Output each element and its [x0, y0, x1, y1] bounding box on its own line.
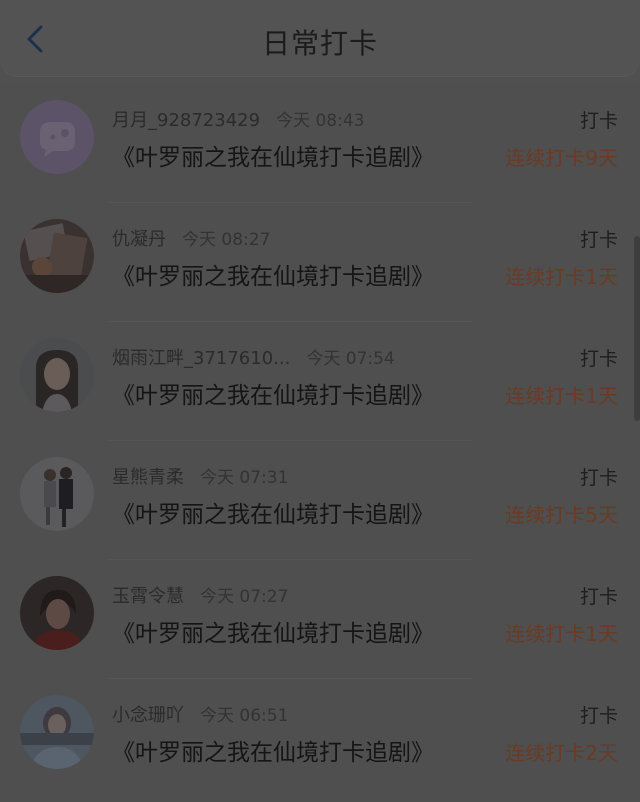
streak-count: 连续打卡1天: [505, 265, 618, 289]
avatar[interactable]: [20, 576, 94, 650]
user-name-text[interactable]: 月月_928723429: [112, 110, 260, 131]
user-name-text[interactable]: 玉霄令慧: [112, 586, 184, 607]
list-item[interactable]: 仇凝丹 今天 08:27 《叶罗丽之我在仙境打卡追剧》 打卡 连续打卡1天: [0, 203, 640, 322]
page-title: 日常打卡: [261, 27, 378, 60]
avatar[interactable]: [20, 695, 94, 769]
default-avatar-icon: [20, 100, 94, 174]
list-item[interactable]: 玉霄令慧 今天 07:27 《叶罗丽之我在仙境打卡追剧》 打卡 连续打卡1天: [0, 560, 640, 679]
list-item[interactable]: 星熊青柔 今天 07:31 《叶罗丽之我在仙境打卡追剧》 打卡 连续打卡5天: [0, 441, 640, 560]
checkin-action: 打卡: [579, 705, 618, 727]
checkin-action: 打卡: [579, 110, 618, 132]
checkin-action: 打卡: [579, 229, 618, 251]
drama-title[interactable]: 《叶罗丽之我在仙境打卡追剧》: [112, 614, 434, 648]
checkin-time: 今天 08:27: [182, 230, 271, 250]
checkin-time: 今天 07:27: [200, 587, 289, 607]
drama-title[interactable]: 《叶罗丽之我在仙境打卡追剧》: [112, 138, 434, 172]
streak-count: 连续打卡5天: [505, 503, 618, 527]
user-name-text[interactable]: 烟雨江畔_3717610...: [112, 348, 290, 369]
user-name[interactable]: 星熊青柔 今天 07:31: [112, 463, 288, 489]
checkin-action: 打卡: [579, 348, 618, 370]
avatar[interactable]: [20, 219, 94, 293]
user-name[interactable]: 月月_928723429 今天 08:43: [112, 106, 364, 132]
header: 日常打卡: [0, 0, 640, 84]
avatar[interactable]: [20, 100, 94, 174]
avatar[interactable]: [20, 338, 94, 412]
checkin-time: 今天 07:54: [306, 349, 395, 369]
user-photo-icon: [20, 457, 94, 531]
streak-count: 连续打卡9天: [505, 146, 618, 170]
user-photo-icon: [20, 338, 94, 412]
checkin-time: 今天 07:31: [200, 468, 289, 488]
list-item[interactable]: 月月_928723429 今天 08:43 《叶罗丽之我在仙境打卡追剧》 打卡 连…: [0, 84, 640, 203]
checkin-time: 今天 08:43: [276, 111, 365, 131]
drama-title[interactable]: 《叶罗丽之我在仙境打卡追剧》: [112, 495, 434, 529]
list-item[interactable]: 小念珊吖 今天 06:51 《叶罗丽之我在仙境打卡追剧》 打卡 连续打卡2天: [0, 679, 640, 798]
user-name-text[interactable]: 星熊青柔: [112, 467, 184, 488]
user-name[interactable]: 仇凝丹 今天 08:27: [112, 225, 270, 251]
checkin-action: 打卡: [579, 586, 618, 608]
user-photo-icon: [20, 219, 94, 293]
checkin-time: 今天 06:51: [200, 706, 289, 726]
streak-count: 连续打卡1天: [505, 384, 618, 408]
drama-title[interactable]: 《叶罗丽之我在仙境打卡追剧》: [112, 376, 434, 410]
drama-title[interactable]: 《叶罗丽之我在仙境打卡追剧》: [112, 733, 434, 767]
avatar[interactable]: [20, 457, 94, 531]
streak-count: 连续打卡1天: [505, 622, 618, 646]
scrollbar[interactable]: [634, 236, 640, 421]
header-bar: 日常打卡: [0, 0, 640, 77]
streak-count: 连续打卡2天: [505, 741, 618, 765]
list-item[interactable]: 烟雨江畔_3717610... 今天 07:54 《叶罗丽之我在仙境打卡追剧》 打…: [0, 322, 640, 441]
drama-title[interactable]: 《叶罗丽之我在仙境打卡追剧》: [112, 257, 434, 291]
user-name[interactable]: 小念珊吖 今天 06:51: [112, 701, 288, 727]
user-photo-icon: [20, 576, 94, 650]
user-name[interactable]: 玉霄令慧 今天 07:27: [112, 582, 288, 608]
user-name-text[interactable]: 仇凝丹: [112, 229, 166, 250]
checkin-action: 打卡: [579, 467, 618, 489]
user-name[interactable]: 烟雨江畔_3717610... 今天 07:54: [112, 344, 395, 370]
user-name-text[interactable]: 小念珊吖: [112, 705, 184, 726]
user-photo-icon: [20, 695, 94, 769]
